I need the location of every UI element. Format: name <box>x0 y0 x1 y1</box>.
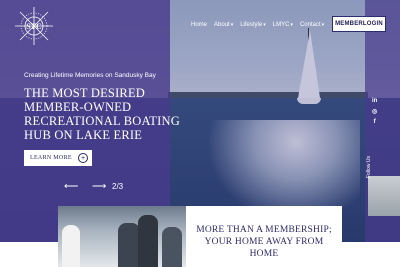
nav-lifestyle-label: Lifestyle <box>240 22 263 28</box>
slider-pager: 2/3 <box>112 182 124 191</box>
facebook-icon[interactable]: f <box>374 119 376 125</box>
dock-image-fragment <box>368 176 400 216</box>
nav-contact[interactable]: Contact▾ <box>300 22 324 28</box>
nav-home[interactable]: Home <box>191 22 207 28</box>
person-figure <box>162 227 182 267</box>
nav-lifestyle[interactable]: Lifestyle▾ <box>240 22 266 28</box>
feature-title: MORE THAN A MEMBERSHIP; YOUR HOME AWAY F… <box>196 225 332 259</box>
nav-about-label: About <box>214 22 230 28</box>
learn-more-button[interactable]: LEARN MORE + <box>24 150 92 166</box>
hero-headline: THE MOST DESIRED MEMBER-OWNED RECREATION… <box>24 86 180 142</box>
follow-us-label: Follow Us <box>366 156 372 178</box>
person-figure <box>118 223 140 267</box>
person-figure <box>138 215 158 267</box>
members-photo <box>58 206 186 267</box>
nav-about[interactable]: About▾ <box>214 22 233 28</box>
learn-more-label: LEARN MORE <box>30 155 72 161</box>
plus-circle-icon: + <box>78 153 88 163</box>
club-logo[interactable]: STC <box>14 6 54 46</box>
nav-lmyc[interactable]: LMYC▾ <box>273 22 293 28</box>
chevron-down-icon: ▾ <box>230 22 234 28</box>
hero-tagline: Creating Lifetime Memories on Sandusky B… <box>24 72 156 79</box>
member-login-button[interactable]: MEMBERLOGIN <box>332 16 386 32</box>
nav-lmyc-label: LMYC <box>272 22 290 28</box>
chevron-down-icon: ▾ <box>321 22 325 28</box>
instagram-icon[interactable]: ◎ <box>372 108 377 115</box>
main-nav: Home About▾ Lifestyle▾ LMYC▾ Contact▾ <box>191 22 324 28</box>
nav-home-label: Home <box>191 22 208 28</box>
chevron-down-icon: ▾ <box>263 22 266 28</box>
person-figure <box>62 225 80 267</box>
slider-prev-arrow-icon[interactable]: ⟵ <box>64 181 78 192</box>
social-links: in ◎ f <box>372 98 377 125</box>
feature-card: MORE THAN A MEMBERSHIP; YOUR HOME AWAY F… <box>186 206 342 267</box>
logo-text: STC <box>26 22 42 31</box>
slider-next-arrow-icon[interactable]: ⟶ <box>92 181 106 192</box>
linkedin-icon[interactable]: in <box>372 98 377 104</box>
nav-contact-label: Contact <box>299 22 321 28</box>
chevron-down-icon: ▾ <box>290 22 293 28</box>
